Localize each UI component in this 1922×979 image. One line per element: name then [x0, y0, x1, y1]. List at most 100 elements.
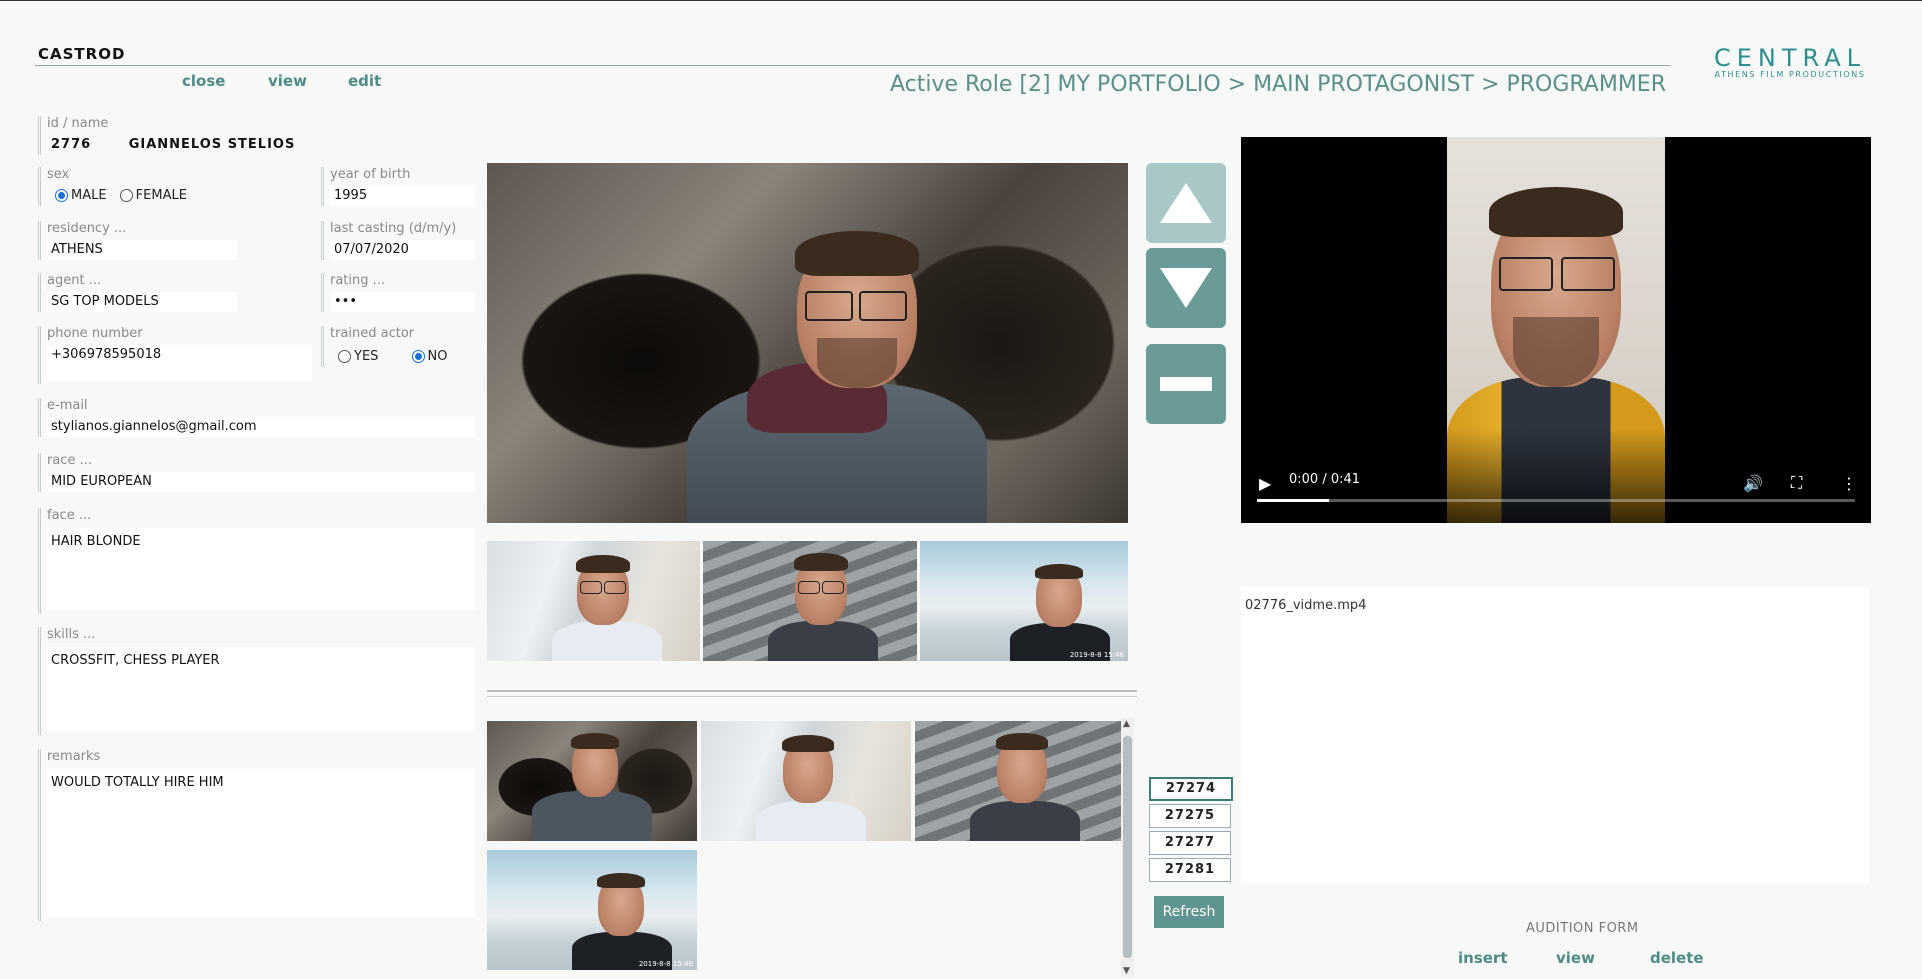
- sex-label: sex: [47, 167, 70, 182]
- file-info-box: 02776_vidme.mp4: [1241, 587, 1869, 883]
- scroll-down-icon[interactable]: ▼: [1123, 966, 1130, 976]
- video-progress-bar[interactable]: [1257, 499, 1855, 502]
- move-down-button[interactable]: [1146, 248, 1226, 328]
- radio-checked-icon: [411, 350, 425, 363]
- agent-input[interactable]: SG TOP MODELS: [47, 292, 237, 312]
- scrollbar-thumb[interactable]: [1123, 736, 1132, 958]
- logo-wordmark: CENTRAL: [1713, 44, 1867, 72]
- photo-gallery: 2019-8-8 15:46: [487, 718, 1133, 979]
- photo-id-button[interactable]: 27274: [1149, 777, 1233, 801]
- remarks-label: remarks: [47, 749, 101, 764]
- rating-field: rating ... •••: [321, 273, 475, 312]
- rating-label: rating ...: [330, 273, 386, 288]
- gallery-scrollbar[interactable]: ▲ ▼: [1121, 718, 1134, 977]
- insert-link[interactable]: insert: [1458, 949, 1508, 967]
- audition-form-title: AUDITION FORM: [1526, 921, 1639, 936]
- phone-input[interactable]: +306978595018: [47, 345, 312, 381]
- id-name-field: id / name 2776 GIANNELOS STELIOS: [38, 116, 467, 155]
- sex-female-radio[interactable]: FEMALE: [119, 188, 187, 203]
- trained-actor-label: trained actor: [330, 326, 415, 341]
- main-photo[interactable]: [487, 163, 1128, 523]
- photo-timestamp: 2019-8-8 15:46: [1069, 651, 1124, 659]
- radio-unchecked-icon: [119, 189, 133, 202]
- gallery-photo[interactable]: 2019-8-8 15:46: [487, 850, 697, 970]
- id-value: 2776: [51, 137, 92, 152]
- id-name-label: id / name: [47, 116, 109, 131]
- remarks-textarea[interactable]: WOULD TOTALLY HIRE HIM: [47, 769, 475, 917]
- gallery-divider: [487, 690, 1137, 697]
- volume-icon[interactable]: 🔊: [1743, 474, 1763, 493]
- sex-field: sex MALE FEMALE: [38, 167, 317, 206]
- face-label: face ...: [47, 508, 92, 523]
- window-top-border: [0, 0, 1922, 1]
- sex-male-label: MALE: [71, 188, 107, 203]
- race-input[interactable]: MID EUROPEAN: [47, 472, 475, 492]
- thumbnail-photo[interactable]: [703, 541, 917, 661]
- skills-label: skills ...: [47, 627, 96, 642]
- year-label: year of birth: [330, 167, 411, 182]
- email-label: e-mail: [47, 398, 88, 413]
- trained-actor-field: trained actor YES NO: [321, 326, 475, 367]
- gallery-photo[interactable]: [487, 721, 697, 841]
- face-field: face ... HAIR BLONDE: [38, 508, 475, 614]
- minus-icon: [1160, 377, 1212, 391]
- agent-label: agent ...: [47, 273, 102, 288]
- skills-textarea[interactable]: CROSSFIT, CHESS PLAYER: [47, 647, 475, 731]
- breadcrumb: Active Role [2] MY PORTFOLIO > MAIN PROT…: [889, 72, 1666, 97]
- phone-field: phone number +306978595018: [38, 326, 312, 384]
- delete-link[interactable]: delete: [1650, 949, 1704, 967]
- video-time: 0:00 / 0:41: [1289, 472, 1361, 487]
- remove-button[interactable]: [1146, 344, 1226, 424]
- play-icon[interactable]: ▶: [1259, 474, 1271, 493]
- residency-input[interactable]: ATHENS: [47, 240, 237, 260]
- triangle-up-icon: [1160, 183, 1212, 223]
- face-textarea[interactable]: HAIR BLONDE: [47, 528, 475, 610]
- scroll-up-icon[interactable]: ▲: [1123, 719, 1130, 729]
- photo-id-button[interactable]: 27277: [1149, 831, 1231, 855]
- more-options-icon[interactable]: ⋮: [1841, 474, 1857, 493]
- photo-id-button[interactable]: 27281: [1149, 858, 1231, 882]
- radio-checked-icon: [55, 189, 68, 202]
- view-audition-link[interactable]: view: [1556, 949, 1595, 967]
- photo-id-button[interactable]: 27275: [1149, 804, 1231, 828]
- race-field: race ... MID EUROPEAN: [38, 453, 475, 492]
- year-input[interactable]: 1995: [330, 186, 475, 206]
- residency-label: residency ...: [47, 221, 127, 236]
- sex-female-label: FEMALE: [135, 188, 187, 203]
- trained-no-radio[interactable]: NO: [411, 349, 448, 364]
- trained-no-label: NO: [427, 349, 448, 364]
- company-logo: CENTRAL ATHENS FILM PRODUCTIONS: [1690, 46, 1890, 80]
- refresh-button[interactable]: Refresh: [1154, 896, 1224, 928]
- last-casting-input[interactable]: 07/07/2020: [330, 240, 475, 260]
- sex-male-radio[interactable]: MALE: [55, 188, 107, 203]
- view-link[interactable]: view: [268, 72, 307, 90]
- rating-input[interactable]: •••: [330, 292, 475, 312]
- name-value: GIANNELOS STELIOS: [128, 137, 296, 152]
- trained-yes-radio[interactable]: YES: [338, 349, 378, 364]
- skills-field: skills ... CROSSFIT, CHESS PLAYER: [38, 627, 475, 735]
- last-casting-field: last casting (d/m/y) 07/07/2020: [321, 221, 475, 260]
- video-filename: 02776_vidme.mp4: [1245, 598, 1367, 613]
- email-field: e-mail stylianos.giannelos@gmail.com: [38, 398, 475, 437]
- year-field: year of birth 1995: [321, 167, 475, 206]
- gallery-photo[interactable]: [915, 721, 1121, 841]
- email-input[interactable]: stylianos.giannelos@gmail.com: [47, 417, 475, 437]
- thumbnail-photo[interactable]: [487, 541, 700, 661]
- edit-link[interactable]: edit: [348, 72, 381, 90]
- move-up-button[interactable]: [1146, 163, 1226, 243]
- close-link[interactable]: close: [182, 72, 225, 90]
- thumbnail-photo[interactable]: 2019-8-8 15:46: [920, 541, 1128, 661]
- fullscreen-icon[interactable]: ⛶: [1791, 473, 1802, 493]
- triangle-down-icon: [1160, 268, 1212, 308]
- last-casting-label: last casting (d/m/y): [330, 221, 457, 236]
- app-title: CASTROD: [38, 45, 126, 63]
- race-label: race ...: [47, 453, 92, 468]
- video-player[interactable]: ▶ 0:00 / 0:41 🔊 ⛶ ⋮: [1241, 137, 1871, 523]
- gallery-photo[interactable]: [701, 721, 911, 841]
- residency-field: residency ... ATHENS: [38, 221, 237, 260]
- radio-unchecked-icon: [338, 350, 351, 363]
- phone-label: phone number: [47, 326, 143, 341]
- photo-timestamp: 2019-8-8 15:46: [638, 960, 693, 968]
- trained-yes-label: YES: [354, 349, 379, 364]
- video-controls: ▶ 0:00 / 0:41 🔊 ⛶ ⋮: [1241, 428, 1871, 523]
